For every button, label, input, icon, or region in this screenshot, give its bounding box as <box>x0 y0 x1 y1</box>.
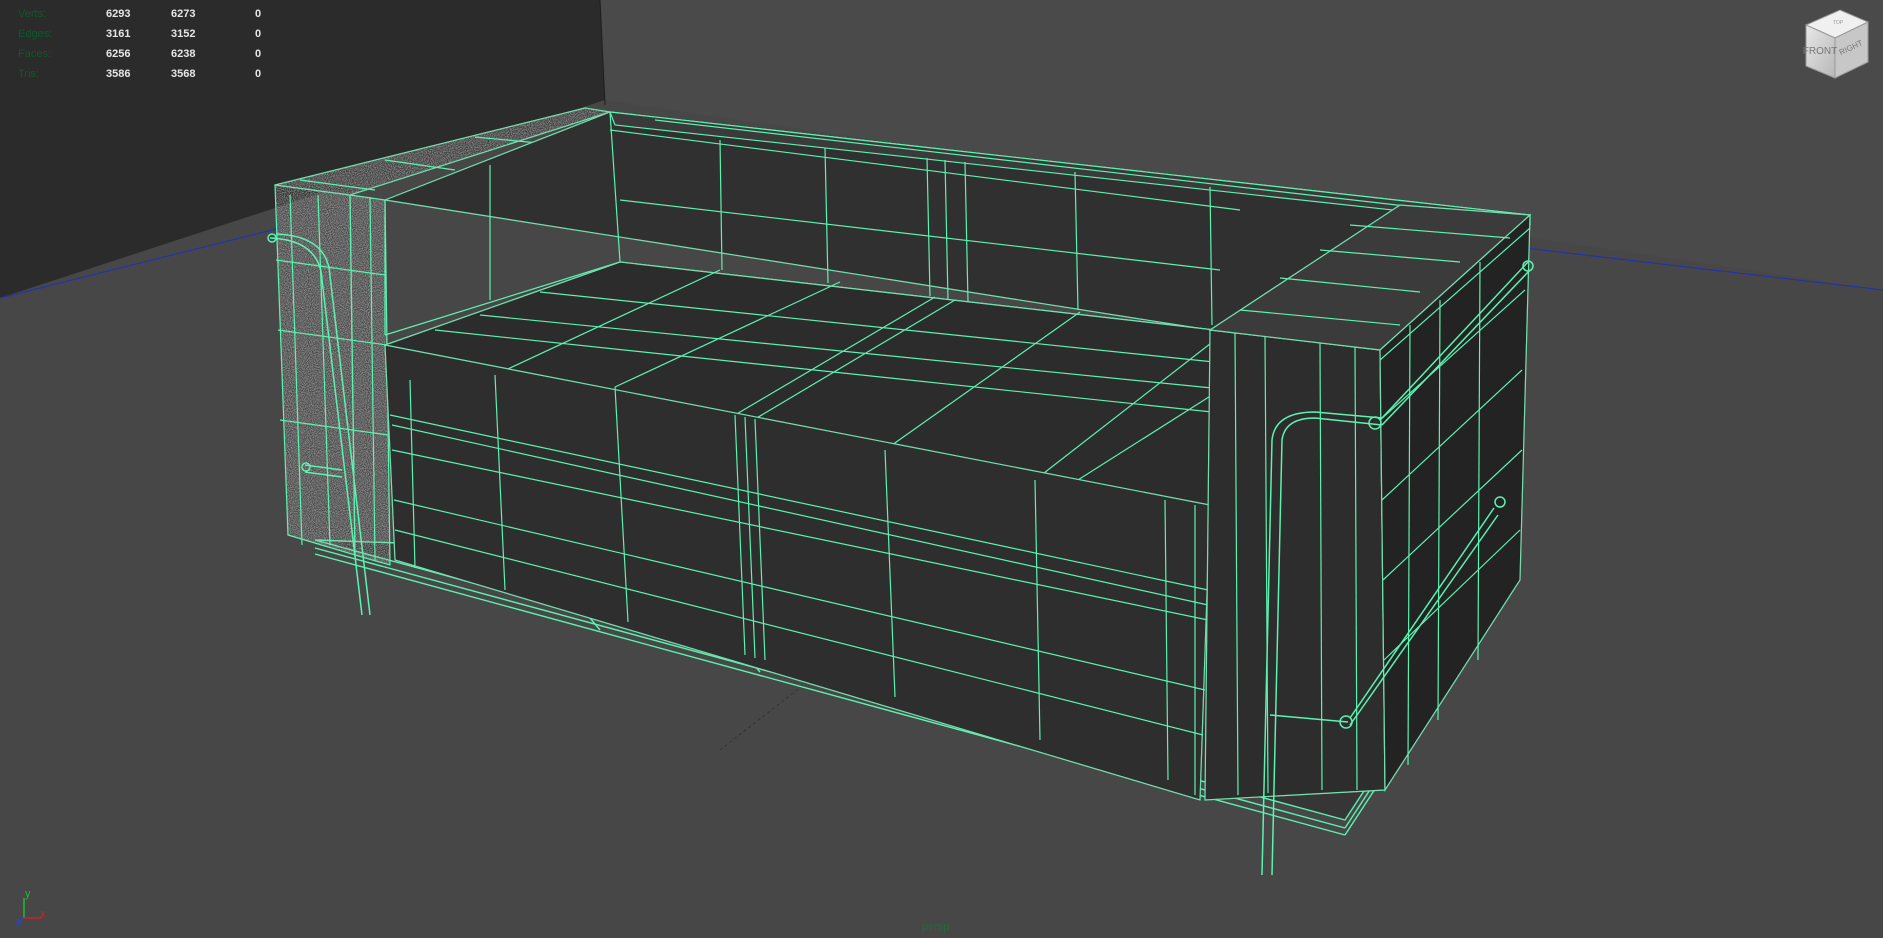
hud-label: Tris: <box>18 68 39 80</box>
hud-label: Edges: <box>18 28 53 40</box>
hud-value: 3152 <box>171 28 196 40</box>
axis-indicator: y x z <box>16 888 46 926</box>
hud-value: 0 <box>255 48 262 60</box>
hud-label: Faces: <box>18 48 52 60</box>
hud-label: Verts: <box>18 8 47 20</box>
camera-name-label: persp <box>922 921 950 933</box>
hud-value: 6256 <box>106 48 131 60</box>
axis-z-label: z <box>16 917 21 926</box>
hud-value: 6293 <box>106 8 131 20</box>
hud-value: 0 <box>255 28 262 40</box>
hud-value: 0 <box>255 68 262 80</box>
axis-y-label: y <box>25 888 31 900</box>
view-cube-front-label: FRONT <box>1803 46 1837 57</box>
hud-value: 0 <box>255 8 262 20</box>
hud-value: 6238 <box>171 48 196 60</box>
hud-value: 3161 <box>106 28 131 40</box>
hud-value: 6273 <box>171 8 196 20</box>
maya-perspective-viewport[interactable]: FRONT RIGHT TOP <box>0 0 1883 938</box>
hud-value: 3568 <box>171 68 196 80</box>
hud-value: 3586 <box>106 68 131 80</box>
view-cube-top-label: TOP <box>1833 20 1844 26</box>
axis-x-label: x <box>40 908 46 920</box>
